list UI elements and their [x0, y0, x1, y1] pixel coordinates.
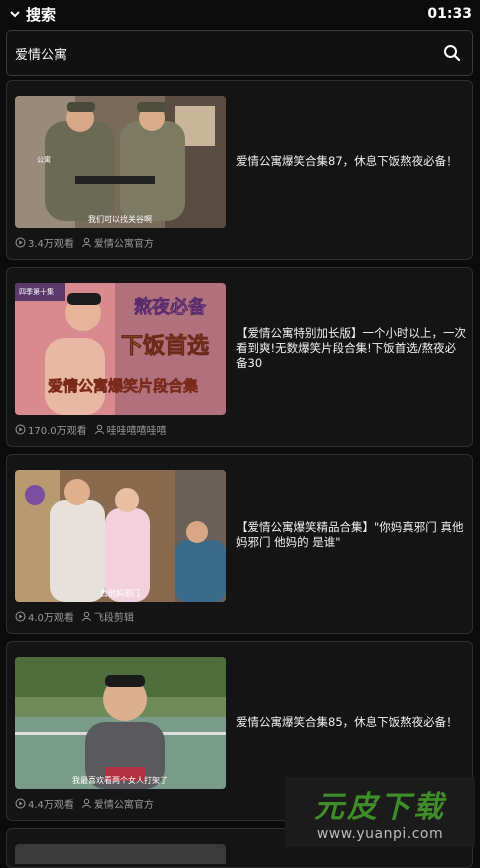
view-count: 3.4万观看 [28, 239, 74, 250]
author: 飞段剪辑 [81, 609, 134, 624]
video-thumbnail[interactable]: 真他妈邪门 [15, 470, 226, 602]
view-count: 4.0万观看 [28, 613, 74, 624]
user-icon [81, 798, 92, 809]
video-title[interactable]: 【爱情公寓爆笑精品合集】"你妈真邪门 真他妈邪门 他妈的 是谁" [236, 455, 466, 615]
author: 爱情公寓官方 [81, 796, 154, 811]
author: 哇哇嘻嘻哇嘻 [94, 422, 167, 437]
watermark: 元皮下载 www.yuanpi.com [285, 777, 475, 847]
chevron-down-icon[interactable] [8, 7, 22, 21]
video-thumbnail[interactable]: 四季第十集 熬夜必备 下饭首选 爱情公寓爆笑片段合集 [15, 283, 226, 415]
thumb-line-2: 下饭首选 [121, 333, 209, 359]
view-count: 4.4万观看 [28, 800, 74, 811]
play-count-icon [15, 798, 26, 809]
author-name: 爱情公寓官方 [93, 239, 154, 250]
video-meta: 4.4万观看 爱情公寓官方 [15, 796, 154, 811]
status-time: 01:33 [427, 6, 472, 22]
video-title[interactable]: 爱情公寓爆笑合集87，休息下饭熬夜必备！ [236, 81, 466, 241]
thumb-caption: 我们可以找关谷啊 [88, 214, 152, 224]
play-count-icon [15, 424, 26, 435]
search-bar[interactable]: 爱情公寓 [6, 30, 473, 76]
video-meta: 170.0万观看 哇哇嘻嘻哇嘻 [15, 422, 167, 437]
search-input[interactable]: 爱情公寓 [15, 44, 67, 63]
search-icon[interactable] [442, 43, 462, 63]
user-icon [81, 237, 92, 248]
author-name: 飞段剪辑 [93, 613, 134, 624]
video-card[interactable]: 四季第十集 熬夜必备 下饭首选 爱情公寓爆笑片段合集 【爱情公寓特别加长版】一个… [6, 267, 473, 447]
thumb-tag: 四季第十集 [19, 287, 54, 296]
video-title[interactable]: 【爱情公寓特别加长版】一个小时以上，一次看到爽!无数爆笑片段合集!下饭首选/熬夜… [236, 268, 466, 428]
thumb-caption: 我最喜欢看两个女人打架了 [72, 775, 168, 785]
video-meta: 4.0万观看 飞段剪辑 [15, 609, 134, 624]
author-name: 爱情公寓官方 [93, 800, 154, 811]
video-thumbnail[interactable]: 我们可以找关谷啊 公寓 [15, 96, 226, 228]
top-bar: 搜索 01:33 [0, 0, 480, 28]
video-thumbnail[interactable]: 我最喜欢看两个女人打架了 [15, 657, 226, 789]
thumb-line-1: 熬夜必备 [134, 296, 207, 318]
view-count: 170.0万观看 [28, 426, 87, 437]
page-title: 搜索 [26, 5, 57, 24]
watermark-logo-text: 元皮下载 [314, 790, 446, 825]
user-icon [81, 611, 92, 622]
video-card[interactable]: 真他妈邪门 【爱情公寓爆笑精品合集】"你妈真邪门 真他妈邪门 他妈的 是谁" 4… [6, 454, 473, 634]
author-name: 哇哇嘻嘻哇嘻 [106, 426, 167, 437]
watermark-url: www.yuanpi.com [316, 826, 444, 842]
author: 爱情公寓官方 [81, 235, 154, 250]
user-icon [94, 424, 105, 435]
play-count-icon [15, 237, 26, 248]
thumb-caption: 真他妈邪门 [100, 588, 140, 598]
video-thumbnail[interactable] [15, 844, 226, 864]
header-left[interactable]: 搜索 [8, 4, 56, 25]
play-count-icon [15, 611, 26, 622]
video-card[interactable]: 我们可以找关谷啊 公寓 爱情公寓爆笑合集87，休息下饭熬夜必备！ 3.4万观看 … [6, 80, 473, 260]
thumb-line-3: 爱情公寓爆笑片段合集 [48, 377, 199, 395]
thumb-label: 公寓 [37, 155, 51, 164]
video-meta: 3.4万观看 爱情公寓官方 [15, 235, 154, 250]
